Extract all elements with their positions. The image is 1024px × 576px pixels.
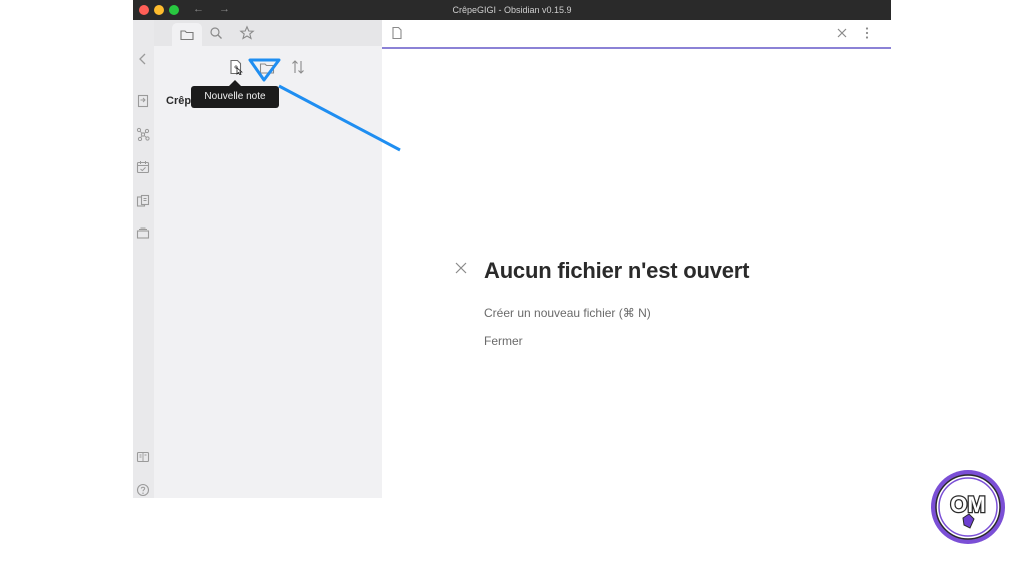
new-note-icon[interactable]: [228, 59, 244, 75]
open-switcher-icon[interactable]: [136, 94, 150, 108]
om-logo-badge: OM: [931, 470, 1005, 544]
obsidian-window: ← → CrêpeGIGI - Obsidian v0.15.9 Crêpe N…: [133, 0, 891, 498]
close-icon[interactable]: [454, 261, 468, 275]
close-tab-icon[interactable]: [836, 27, 848, 39]
more-options-icon[interactable]: [864, 26, 870, 40]
new-note-tooltip: Nouvelle note: [191, 80, 279, 108]
new-folder-icon[interactable]: [259, 60, 275, 76]
graph-icon[interactable]: [136, 127, 150, 141]
create-new-file-link[interactable]: Créer un nouveau fichier (⌘ N): [484, 306, 651, 320]
folder-icon: [180, 30, 194, 41]
collapse-chevron-icon[interactable]: [136, 52, 150, 66]
badge-text: OM: [950, 492, 985, 517]
main-editor-pane: Aucun fichier n'est ouvert Créer un nouv…: [382, 20, 891, 498]
sidebar-tab-strip: [154, 20, 382, 46]
close-link[interactable]: Fermer: [484, 334, 523, 348]
slides-icon[interactable]: [136, 226, 150, 240]
editor-header: [382, 20, 891, 49]
file-icon: [392, 26, 402, 40]
empty-state-title: Aucun fichier n'est ouvert: [484, 258, 750, 283]
file-explorer-sidebar: Crêpe Nouvelle note: [154, 20, 382, 498]
title-bar: ← → CrêpeGIGI - Obsidian v0.15.9: [133, 0, 891, 20]
vault-icon[interactable]: [136, 450, 150, 464]
daily-note-icon[interactable]: [136, 160, 150, 174]
help-icon[interactable]: [136, 483, 150, 497]
search-icon[interactable]: [208, 25, 224, 41]
sort-icon[interactable]: [290, 59, 306, 75]
window-title: CrêpeGIGI - Obsidian v0.15.9: [452, 5, 572, 15]
star-icon[interactable]: [239, 25, 255, 41]
templates-icon[interactable]: [136, 194, 150, 208]
left-ribbon: [133, 20, 155, 498]
tab-file-explorer[interactable]: [172, 23, 202, 46]
